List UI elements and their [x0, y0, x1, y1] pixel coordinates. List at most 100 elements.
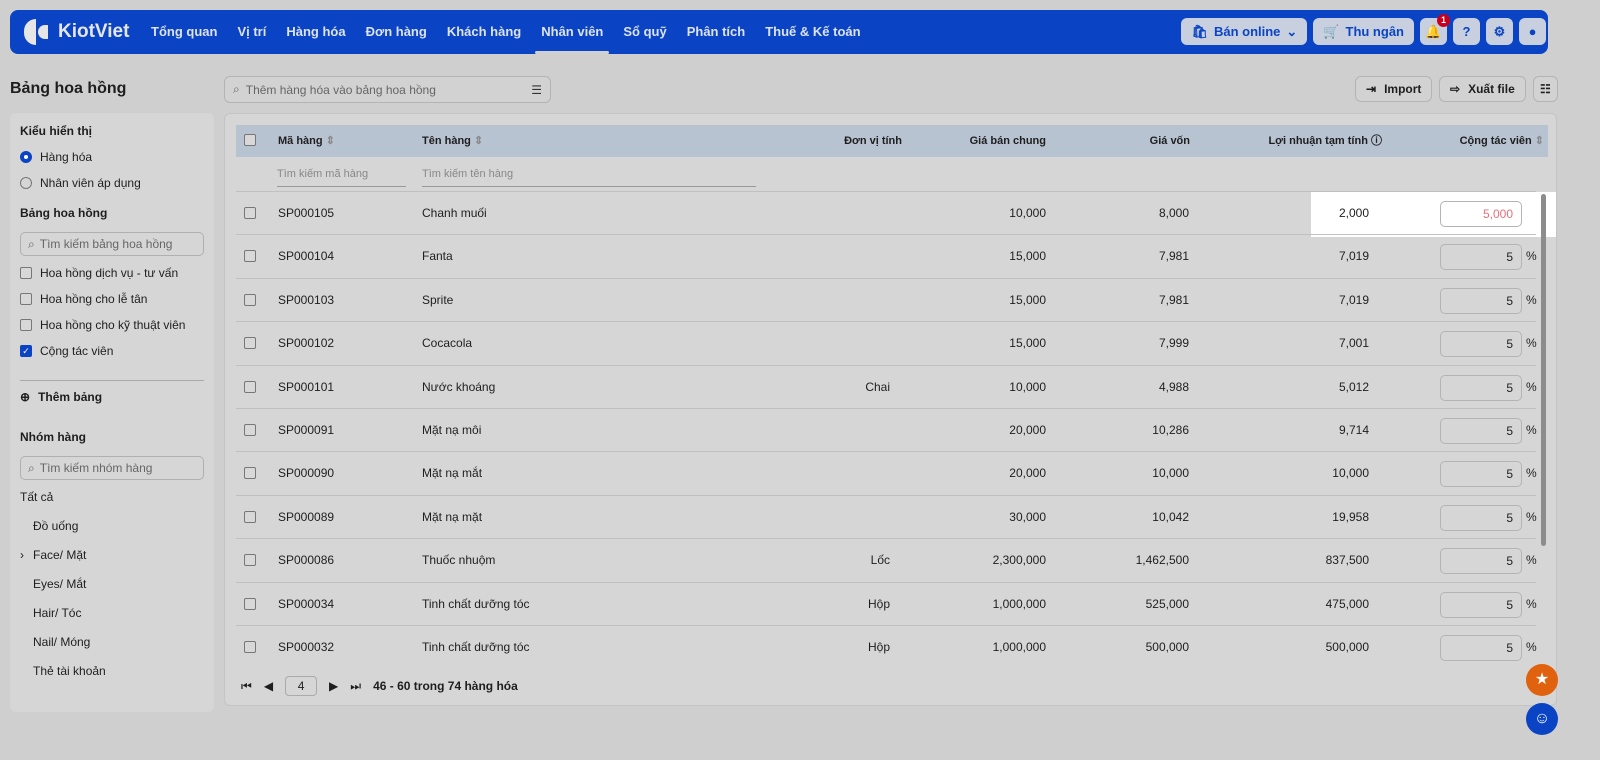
group-item[interactable]: Eyes/ Mắt [20, 577, 204, 591]
nav-item[interactable]: Khách hàng [447, 10, 521, 54]
group-label: Eyes/ Mắt [33, 577, 87, 591]
avatar[interactable]: ● [1519, 18, 1546, 45]
commission-input[interactable]: 5 [1440, 461, 1522, 488]
name-filter-input[interactable]: Tìm kiếm tên hàng [422, 162, 756, 187]
commission-input[interactable]: 5 [1440, 591, 1522, 618]
commission-input[interactable]: 5 [1440, 548, 1522, 575]
row-checkbox[interactable] [244, 380, 256, 393]
header-commission[interactable]: Cộng tác viên ⇕ [1460, 125, 1544, 157]
checkbox[interactable] [20, 267, 32, 279]
table-row: SP000032 Tinh chất dưỡng tóc Hộp 1,000,0… [236, 624, 1537, 668]
add-product-search[interactable]: ⌕ Thêm hàng hóa vào bảng hoa hồng ☰ [224, 76, 551, 103]
group-label: Đồ uống [33, 519, 79, 533]
group-item[interactable]: Thẻ tài khoản [20, 664, 204, 678]
prev-page-icon[interactable]: ◀ [264, 679, 273, 693]
nav-item[interactable]: Nhân viên [535, 10, 610, 54]
group-item[interactable]: › Face/ Mặt [20, 548, 204, 562]
row-checkbox[interactable] [244, 640, 256, 653]
radio-label: Nhân viên áp dụng [40, 176, 141, 190]
checkbox[interactable] [20, 293, 32, 305]
kiotviet-logo[interactable]: KiotViet [24, 19, 144, 45]
cell-profit: 7,019 [1338, 249, 1369, 264]
support-button[interactable]: ☺ [1526, 703, 1558, 735]
cell-price: 10,000 [1009, 206, 1046, 220]
first-page-icon[interactable]: ⏮ [241, 679, 252, 694]
column-toggle-button[interactable]: ☷ [1533, 76, 1558, 102]
header-code[interactable]: Mã hàng ⇕ [278, 125, 335, 157]
table-checkbox-item[interactable]: Hoa hồng cho kỹ thuật viên [20, 318, 204, 332]
row-checkbox[interactable] [244, 597, 256, 610]
group-search-input[interactable]: ⌕ Tìm kiếm nhóm hàng [20, 456, 204, 480]
settings-button[interactable]: ⚙ [1486, 18, 1513, 45]
checkbox[interactable] [20, 319, 32, 331]
nav-item[interactable]: Tổng quan [151, 10, 217, 54]
radio-nhan-vien[interactable]: Nhân viên áp dụng [20, 176, 204, 190]
percent-unit: % [1526, 249, 1537, 264]
placeholder: Tìm kiếm nhóm hàng [39, 461, 153, 475]
header-price: Giá bán chung [969, 135, 1046, 147]
group-item[interactable]: Hair/ Tóc [20, 606, 204, 620]
commission-input[interactable]: 5 [1440, 504, 1522, 531]
commission-input[interactable]: 5 [1440, 374, 1522, 401]
row-checkbox[interactable] [244, 554, 256, 567]
nav-item[interactable]: Sổ quỹ [623, 10, 666, 54]
commission-input[interactable]: 5 [1440, 634, 1522, 661]
placeholder: Tìm kiếm bảng hoa hồng [39, 237, 173, 251]
select-all-checkbox[interactable] [244, 134, 256, 146]
nav-item[interactable]: Vị trí [237, 10, 266, 54]
export-button[interactable]: ⇨ Xuất file [1439, 76, 1526, 102]
commission-input[interactable]: 5,000 [1440, 201, 1522, 227]
row-checkbox[interactable] [244, 467, 256, 480]
scrollbar[interactable] [1541, 194, 1546, 546]
nav-item[interactable]: Phân tích [687, 10, 746, 54]
cell-cost: 10,000 [1152, 466, 1189, 481]
star-icon: ★ [1534, 671, 1550, 688]
notification-button[interactable]: 🔔 1 [1420, 14, 1450, 45]
group-item[interactable]: Nail/ Móng [20, 635, 204, 649]
row-checkbox[interactable] [244, 207, 256, 219]
nav-item[interactable]: Đơn hàng [366, 10, 427, 54]
page-input[interactable]: 4 [285, 676, 318, 696]
thu-ngan-button[interactable]: 🛒 Thu ngân [1313, 18, 1414, 45]
table-search-input[interactable]: ⌕ Tìm kiếm bảng hoa hồng [20, 232, 204, 256]
row-checkbox[interactable] [244, 510, 256, 523]
commission-input[interactable]: 5 [1440, 287, 1522, 314]
commission-input[interactable]: 5 [1440, 244, 1522, 271]
commission-input[interactable]: 5 [1440, 331, 1522, 358]
last-page-icon[interactable]: ⏭ [350, 679, 361, 694]
row-checkbox[interactable] [244, 293, 256, 306]
next-page-icon[interactable]: ▶ [329, 679, 338, 693]
nav-item[interactable]: Hàng hóa [286, 10, 345, 54]
row-checkbox[interactable] [244, 250, 256, 263]
group-all[interactable]: Tất cả [20, 490, 204, 504]
ban-online-button[interactable]: 🛍 Bán online ⌄ [1181, 18, 1308, 45]
search-icon: ⌕ [233, 82, 240, 96]
row-checkbox[interactable] [244, 423, 256, 436]
table-checkbox-item[interactable]: Hoa hồng dịch vụ - tư vấn [20, 266, 204, 280]
favorite-button[interactable]: ★ [1526, 664, 1558, 696]
add-table-button[interactable]: ⊕ Thêm bảng [20, 390, 204, 404]
group-item[interactable]: Đồ uống [20, 519, 204, 533]
header-name[interactable]: Tên hàng ⇕ [422, 125, 483, 157]
cell-price: 15,000 [1009, 292, 1046, 307]
cell-code: SP000032 [278, 639, 335, 654]
checkbox-label: Hoa hồng cho kỹ thuật viên [40, 318, 186, 332]
checkbox[interactable]: ✓ [20, 345, 32, 357]
import-button[interactable]: ⇥ Import [1355, 76, 1433, 102]
info-icon[interactable]: ⓘ [1371, 135, 1382, 147]
product-group-title: Nhóm hàng [20, 430, 86, 444]
table-checkbox-item[interactable]: Hoa hồng cho lễ tân [20, 292, 204, 306]
list-icon[interactable]: ☰ [531, 83, 542, 97]
export-label: Xuất file [1468, 82, 1515, 96]
row-checkbox[interactable] [244, 337, 256, 350]
radio-hang-hoa[interactable]: Hàng hóa [20, 150, 204, 164]
chevron-down-icon: ⌄ [1286, 23, 1298, 39]
chevron-right-icon[interactable]: › [20, 548, 24, 562]
cell-cost: 4,988 [1158, 379, 1189, 394]
commission-input[interactable]: 5 [1440, 417, 1522, 444]
nav-item[interactable]: Thuế & Kế toán [765, 10, 860, 54]
help-button[interactable]: ? [1453, 18, 1480, 45]
cell-name: Mặt nạ mắt [422, 466, 483, 481]
table-checkbox-item[interactable]: ✓ Cộng tác viên [20, 344, 204, 358]
code-filter-input[interactable]: Tìm kiếm mã hàng [277, 162, 406, 187]
